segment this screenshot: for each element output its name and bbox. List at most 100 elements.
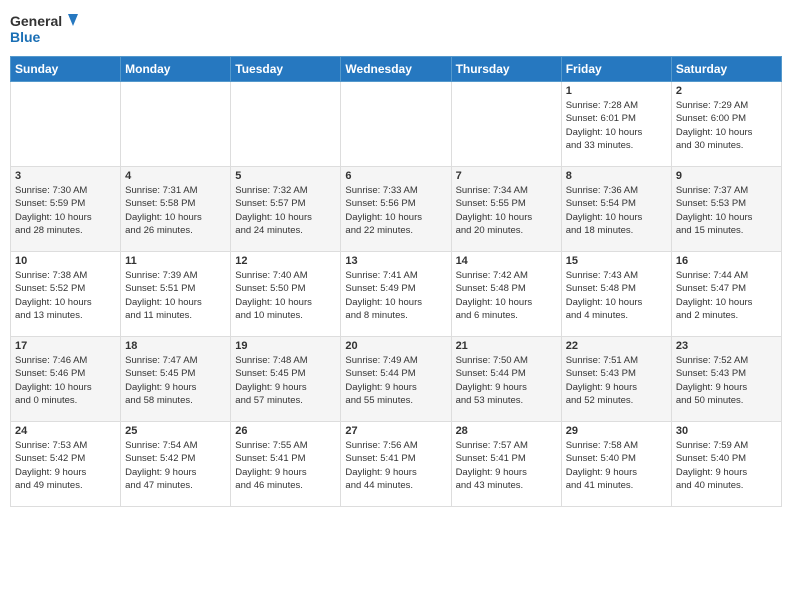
weekday-header-thursday: Thursday — [451, 57, 561, 82]
calendar-cell: 29 Sunrise: 7:58 AM Sunset: 5:40 PM Dayli… — [561, 422, 671, 507]
calendar-cell: 23 Sunrise: 7:52 AM Sunset: 5:43 PM Dayli… — [671, 337, 781, 422]
calendar-cell: 28 Sunrise: 7:57 AM Sunset: 5:41 PM Dayli… — [451, 422, 561, 507]
calendar-cell: 26 Sunrise: 7:55 AM Sunset: 5:41 PM Dayli… — [231, 422, 341, 507]
calendar-cell: 10 Sunrise: 7:38 AM Sunset: 5:52 PM Dayli… — [11, 252, 121, 337]
day-info: Sunrise: 7:42 AM Sunset: 5:48 PM Dayligh… — [456, 269, 557, 322]
day-info: Sunrise: 7:38 AM Sunset: 5:52 PM Dayligh… — [15, 269, 116, 322]
day-number: 17 — [15, 340, 116, 352]
calendar-cell: 27 Sunrise: 7:56 AM Sunset: 5:41 PM Dayli… — [341, 422, 451, 507]
calendar-cell: 14 Sunrise: 7:42 AM Sunset: 5:48 PM Dayli… — [451, 252, 561, 337]
day-number: 21 — [456, 340, 557, 352]
logo-svg: GeneralBlue — [10, 10, 80, 48]
day-number: 19 — [235, 340, 336, 352]
day-number: 5 — [235, 170, 336, 182]
weekday-header-monday: Monday — [121, 57, 231, 82]
day-number: 10 — [15, 255, 116, 267]
day-info: Sunrise: 7:41 AM Sunset: 5:49 PM Dayligh… — [345, 269, 446, 322]
calendar-cell: 2 Sunrise: 7:29 AM Sunset: 6:00 PM Daylig… — [671, 82, 781, 167]
day-info: Sunrise: 7:37 AM Sunset: 5:53 PM Dayligh… — [676, 184, 777, 237]
day-number: 14 — [456, 255, 557, 267]
calendar-cell: 9Sunrise: 7:37 AM Sunset: 5:53 PM Daylig… — [671, 167, 781, 252]
calendar-cell: 17 Sunrise: 7:46 AM Sunset: 5:46 PM Dayli… — [11, 337, 121, 422]
calendar-cell: 3 Sunrise: 7:30 AM Sunset: 5:59 PM Daylig… — [11, 167, 121, 252]
calendar-cell: 18 Sunrise: 7:47 AM Sunset: 5:45 PM Dayli… — [121, 337, 231, 422]
calendar-cell: 7 Sunrise: 7:34 AM Sunset: 5:55 PM Daylig… — [451, 167, 561, 252]
day-number: 12 — [235, 255, 336, 267]
day-info: Sunrise: 7:53 AM Sunset: 5:42 PM Dayligh… — [15, 439, 116, 492]
day-number: 27 — [345, 425, 446, 437]
day-number: 2 — [676, 85, 777, 97]
day-info: Sunrise: 7:31 AM Sunset: 5:58 PM Dayligh… — [125, 184, 226, 237]
calendar-cell — [341, 82, 451, 167]
calendar-cell: 16 Sunrise: 7:44 AM Sunset: 5:47 PM Dayli… — [671, 252, 781, 337]
calendar-cell: 8Sunrise: 7:36 AM Sunset: 5:54 PM Daylig… — [561, 167, 671, 252]
day-number: 4 — [125, 170, 226, 182]
day-info: Sunrise: 7:30 AM Sunset: 5:59 PM Dayligh… — [15, 184, 116, 237]
day-info: Sunrise: 7:40 AM Sunset: 5:50 PM Dayligh… — [235, 269, 336, 322]
day-info: Sunrise: 7:54 AM Sunset: 5:42 PM Dayligh… — [125, 439, 226, 492]
calendar-week-2: 3 Sunrise: 7:30 AM Sunset: 5:59 PM Daylig… — [11, 167, 782, 252]
day-number: 22 — [566, 340, 667, 352]
calendar-cell: 24Sunrise: 7:53 AM Sunset: 5:42 PM Dayli… — [11, 422, 121, 507]
day-number: 16 — [676, 255, 777, 267]
day-info: Sunrise: 7:55 AM Sunset: 5:41 PM Dayligh… — [235, 439, 336, 492]
calendar-week-4: 17 Sunrise: 7:46 AM Sunset: 5:46 PM Dayli… — [11, 337, 782, 422]
weekday-header-friday: Friday — [561, 57, 671, 82]
day-number: 29 — [566, 425, 667, 437]
day-info: Sunrise: 7:50 AM Sunset: 5:44 PM Dayligh… — [456, 354, 557, 407]
day-number: 3 — [15, 170, 116, 182]
day-number: 7 — [456, 170, 557, 182]
logo: GeneralBlue — [10, 10, 80, 48]
calendar-cell: 1Sunrise: 7:28 AM Sunset: 6:01 PM Daylig… — [561, 82, 671, 167]
svg-text:Blue: Blue — [10, 29, 41, 45]
page-header: GeneralBlue — [10, 10, 782, 48]
day-info: Sunrise: 7:48 AM Sunset: 5:45 PM Dayligh… — [235, 354, 336, 407]
calendar-cell — [11, 82, 121, 167]
day-number: 28 — [456, 425, 557, 437]
weekday-header-wednesday: Wednesday — [341, 57, 451, 82]
calendar-cell: 22 Sunrise: 7:51 AM Sunset: 5:43 PM Dayli… — [561, 337, 671, 422]
day-number: 11 — [125, 255, 226, 267]
day-info: Sunrise: 7:34 AM Sunset: 5:55 PM Dayligh… — [456, 184, 557, 237]
calendar-cell: 20Sunrise: 7:49 AM Sunset: 5:44 PM Dayli… — [341, 337, 451, 422]
day-info: Sunrise: 7:28 AM Sunset: 6:01 PM Dayligh… — [566, 99, 667, 152]
day-info: Sunrise: 7:43 AM Sunset: 5:48 PM Dayligh… — [566, 269, 667, 322]
calendar-cell: 6 Sunrise: 7:33 AM Sunset: 5:56 PM Daylig… — [341, 167, 451, 252]
day-number: 6 — [345, 170, 446, 182]
weekday-header-row: SundayMondayTuesdayWednesdayThursdayFrid… — [11, 57, 782, 82]
day-info: Sunrise: 7:44 AM Sunset: 5:47 PM Dayligh… — [676, 269, 777, 322]
calendar-week-1: 1Sunrise: 7:28 AM Sunset: 6:01 PM Daylig… — [11, 82, 782, 167]
day-number: 15 — [566, 255, 667, 267]
day-info: Sunrise: 7:52 AM Sunset: 5:43 PM Dayligh… — [676, 354, 777, 407]
day-number: 30 — [676, 425, 777, 437]
weekday-header-saturday: Saturday — [671, 57, 781, 82]
calendar-cell — [121, 82, 231, 167]
calendar-cell: 15 Sunrise: 7:43 AM Sunset: 5:48 PM Dayli… — [561, 252, 671, 337]
calendar-cell — [231, 82, 341, 167]
day-info: Sunrise: 7:46 AM Sunset: 5:46 PM Dayligh… — [15, 354, 116, 407]
calendar-cell: 13Sunrise: 7:41 AM Sunset: 5:49 PM Dayli… — [341, 252, 451, 337]
day-info: Sunrise: 7:56 AM Sunset: 5:41 PM Dayligh… — [345, 439, 446, 492]
calendar-week-3: 10 Sunrise: 7:38 AM Sunset: 5:52 PM Dayli… — [11, 252, 782, 337]
day-info: Sunrise: 7:58 AM Sunset: 5:40 PM Dayligh… — [566, 439, 667, 492]
calendar-cell: 21 Sunrise: 7:50 AM Sunset: 5:44 PM Dayli… — [451, 337, 561, 422]
day-number: 8 — [566, 170, 667, 182]
day-info: Sunrise: 7:57 AM Sunset: 5:41 PM Dayligh… — [456, 439, 557, 492]
day-info: Sunrise: 7:47 AM Sunset: 5:45 PM Dayligh… — [125, 354, 226, 407]
day-info: Sunrise: 7:33 AM Sunset: 5:56 PM Dayligh… — [345, 184, 446, 237]
day-info: Sunrise: 7:51 AM Sunset: 5:43 PM Dayligh… — [566, 354, 667, 407]
day-number: 23 — [676, 340, 777, 352]
calendar-cell — [451, 82, 561, 167]
day-info: Sunrise: 7:39 AM Sunset: 5:51 PM Dayligh… — [125, 269, 226, 322]
calendar-cell: 11 Sunrise: 7:39 AM Sunset: 5:51 PM Dayli… — [121, 252, 231, 337]
day-number: 25 — [125, 425, 226, 437]
day-info: Sunrise: 7:29 AM Sunset: 6:00 PM Dayligh… — [676, 99, 777, 152]
calendar-cell: 19 Sunrise: 7:48 AM Sunset: 5:45 PM Dayli… — [231, 337, 341, 422]
day-number: 26 — [235, 425, 336, 437]
calendar-week-5: 24Sunrise: 7:53 AM Sunset: 5:42 PM Dayli… — [11, 422, 782, 507]
weekday-header-sunday: Sunday — [11, 57, 121, 82]
calendar-cell: 25 Sunrise: 7:54 AM Sunset: 5:42 PM Dayli… — [121, 422, 231, 507]
day-number: 18 — [125, 340, 226, 352]
svg-text:General: General — [10, 13, 62, 29]
calendar-cell: 5Sunrise: 7:32 AM Sunset: 5:57 PM Daylig… — [231, 167, 341, 252]
